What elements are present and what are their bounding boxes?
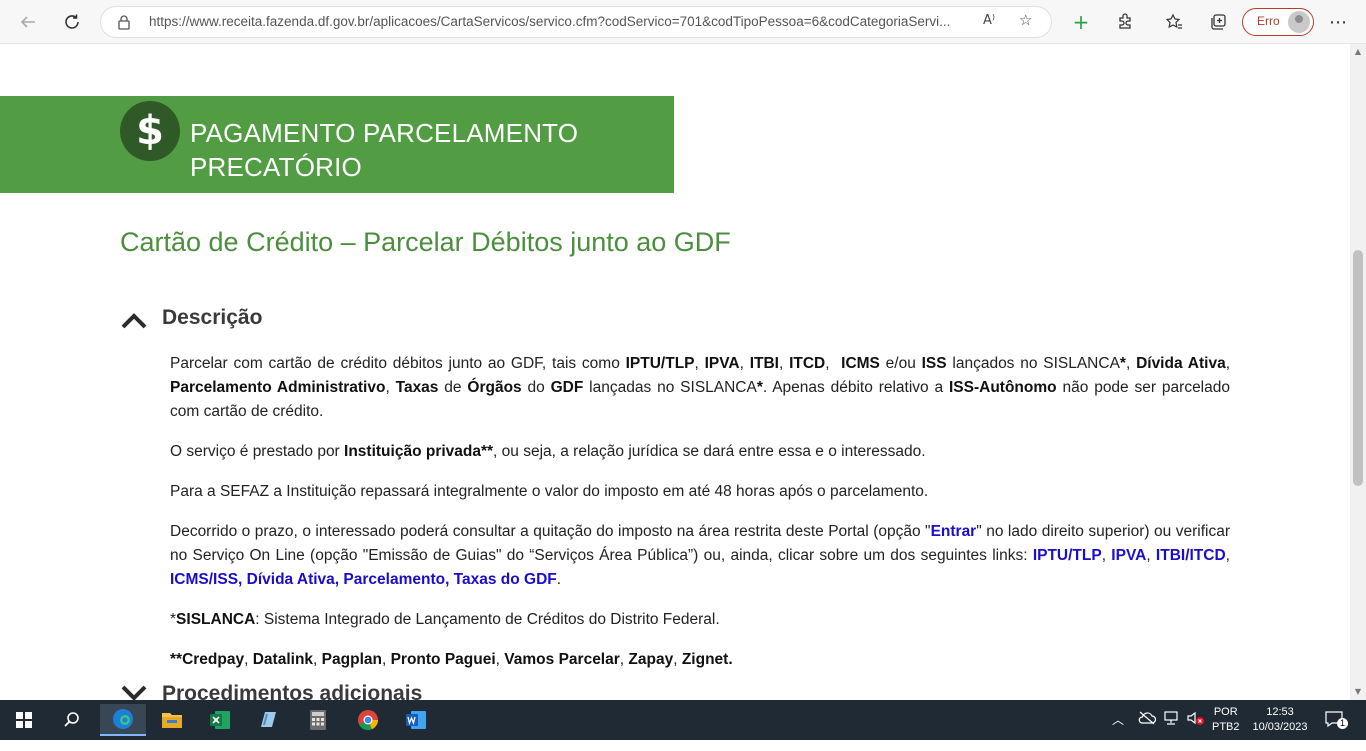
language-code: POR [1213,706,1238,718]
notification-center-icon[interactable]: 1 [1324,710,1349,750]
excel-icon[interactable] [200,704,240,736]
banner-title-line1: PAGAMENTO PARCELAMENTO [190,118,579,148]
more-menu-icon[interactable]: ⋯ [1324,8,1352,36]
service-banner: $ PAGAMENTO PARCELAMENTO PRECATÓRIO [0,96,674,193]
clock-time: 12:53 [1266,706,1294,718]
lock-icon[interactable] [117,14,133,30]
paragraph-private-institution: O serviço é prestado por Instituição pri… [170,443,926,460]
chrome-icon[interactable] [348,704,388,736]
collections-icon[interactable] [1204,8,1232,36]
calculator-icon[interactable] [298,704,338,736]
favorites-icon[interactable] [1160,8,1188,36]
scroll-down-arrow-icon[interactable]: ▼ [1353,687,1363,697]
url-text[interactable]: https://www.receita.fazenda.df.gov.br/ap… [149,14,989,29]
dollar-icon: $ [120,101,180,161]
tray-chevron-up-icon[interactable]: ︿ [1112,711,1124,751]
profile-status-label: Erro [1257,14,1280,28]
add-favorite-icon[interactable]: ☆ [1019,11,1032,29]
windows-taskbar: ︿ POR PTB2 12:53 10/03/2023 1 [0,700,1366,740]
section-label: Descrição [162,306,263,329]
link-ipva[interactable]: IPVA [1111,547,1146,564]
section-next-header[interactable]: Procedimentos adicionais [120,682,422,700]
back-arrow-icon[interactable] [14,8,42,36]
notes-app-icon[interactable] [248,704,288,736]
link-iptu-tlp[interactable]: IPTU/TLP [1033,547,1102,564]
page-scrollbar[interactable]: ▲ ▼ [1350,44,1366,700]
description-content: Parcelar com cartão de crédito débitos j… [170,352,1230,688]
cloud-offline-icon[interactable] [1138,710,1157,750]
browser-toolbar: https://www.receita.fazenda.df.gov.br/ap… [0,0,1366,44]
page-content: $ PAGAMENTO PARCELAMENTO PRECATÓRIO Cart… [0,44,1350,700]
scrollbar-thumb[interactable] [1353,250,1363,486]
link-itbi-itcd[interactable]: ITBI/ITCD [1156,547,1226,564]
paragraph-consult: Decorrido o prazo, o interessado poderá … [170,523,1230,588]
file-explorer-icon[interactable] [152,704,192,736]
chevron-down-icon[interactable] [120,684,148,700]
search-icon[interactable] [52,704,92,736]
paragraph-transfer: Para a SEFAZ a Instituição repassará int… [170,483,929,500]
read-aloud-icon[interactable]: A⁾ [983,13,995,28]
paragraph-sislanca-note: *SISLANCA: Sistema Integrado de Lançamen… [170,611,720,628]
edge-browser-icon[interactable] [100,704,146,736]
address-bar[interactable]: https://www.receita.fazenda.df.gov.br/ap… [100,6,1052,38]
scroll-up-arrow-icon[interactable]: ▲ [1353,47,1363,57]
paragraph-debts: Parcelar com cartão de crédito débitos j… [170,355,1230,420]
next-section-label: Procedimentos adicionais [162,682,423,700]
service-subtitle: Cartão de Crédito – Parcelar Débitos jun… [120,227,731,257]
extension-plus-icon[interactable]: + [1067,8,1095,36]
network-icon[interactable] [1162,710,1180,750]
refresh-icon[interactable] [58,8,86,36]
banner-title: PAGAMENTO PARCELAMENTO PRECATÓRIO [190,116,650,184]
notification-count: 1 [1337,718,1349,729]
keyboard-layout: PTB2 [1212,721,1240,733]
profile-error-button[interactable]: Erro [1242,8,1314,36]
extensions-icon[interactable] [1111,8,1139,36]
link-entrar[interactable]: Entrar [931,523,977,540]
link-icms-iss-divida-parcelamento-taxas[interactable]: ICMS/ISS, Dívida Ativa, Parcelamento, Ta… [170,571,557,588]
avatar-icon [1288,11,1310,33]
clock[interactable]: 12:53 10/03/2023 [1248,705,1312,745]
paragraph-institutions-list: **Credpay, Datalink, Pagplan, Pronto Pag… [170,651,733,668]
word-icon[interactable] [396,704,436,736]
input-language-indicator[interactable]: POR PTB2 [1212,705,1240,745]
volume-muted-icon[interactable] [1186,710,1206,750]
windows-start-icon[interactable] [4,704,44,736]
banner-title-line2: PRECATÓRIO [190,152,362,182]
chevron-up-icon[interactable] [120,310,148,330]
clock-date: 10/03/2023 [1252,721,1308,733]
